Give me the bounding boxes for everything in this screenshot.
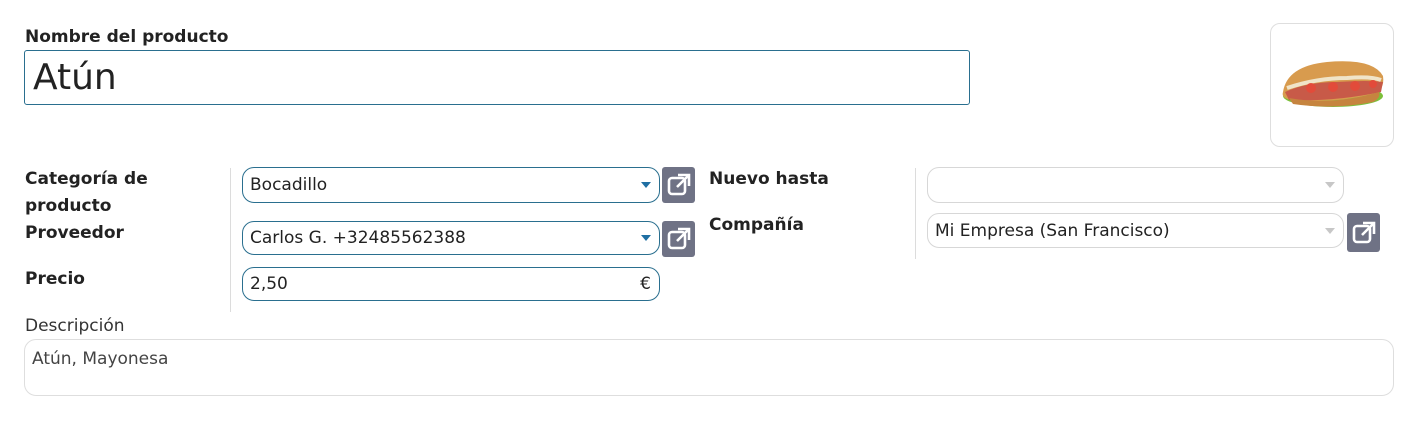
category-select[interactable]: Bocadillo (242, 167, 660, 203)
product-image[interactable] (1270, 23, 1394, 147)
supplier-value: Carlos G. +32485562388 (250, 228, 466, 248)
supplier-external-link-button[interactable] (662, 221, 695, 257)
chevron-down-icon[interactable] (1325, 227, 1335, 234)
new-until-date-field[interactable] (927, 167, 1344, 203)
company-label: Compañía (709, 215, 804, 235)
sandwich-image (1282, 61, 1384, 107)
column-divider-right (915, 168, 916, 259)
product-name-input[interactable]: Atún (24, 50, 970, 105)
external-link-icon (1352, 221, 1375, 243)
chevron-down-icon[interactable] (641, 182, 651, 188)
category-external-link-button[interactable] (662, 167, 695, 203)
new-until-label: Nuevo hasta (709, 169, 829, 189)
external-link-icon (667, 227, 690, 250)
price-value: 2,50 (250, 274, 288, 294)
description-value: Atún, Mayonesa (32, 349, 169, 369)
chevron-down-icon[interactable] (1325, 182, 1335, 188)
supplier-label: Proveedor (25, 223, 124, 243)
chevron-down-icon[interactable] (641, 235, 651, 241)
description-textarea[interactable]: Atún, Mayonesa (24, 339, 1394, 396)
product-name-label: Nombre del producto (25, 27, 229, 47)
currency-symbol: € (640, 274, 651, 294)
external-link-icon (667, 173, 690, 196)
price-label: Precio (25, 269, 85, 289)
category-label: Categoría de producto (25, 169, 148, 216)
company-select[interactable]: Mi Empresa (San Francisco) (927, 213, 1344, 248)
price-input[interactable]: 2,50 € (242, 267, 660, 301)
column-divider-left (230, 168, 231, 312)
company-external-link-button[interactable] (1347, 213, 1380, 252)
category-value: Bocadillo (250, 175, 328, 195)
supplier-select[interactable]: Carlos G. +32485562388 (242, 221, 660, 255)
description-label: Descripción (25, 316, 125, 336)
company-value: Mi Empresa (San Francisco) (935, 220, 1170, 241)
